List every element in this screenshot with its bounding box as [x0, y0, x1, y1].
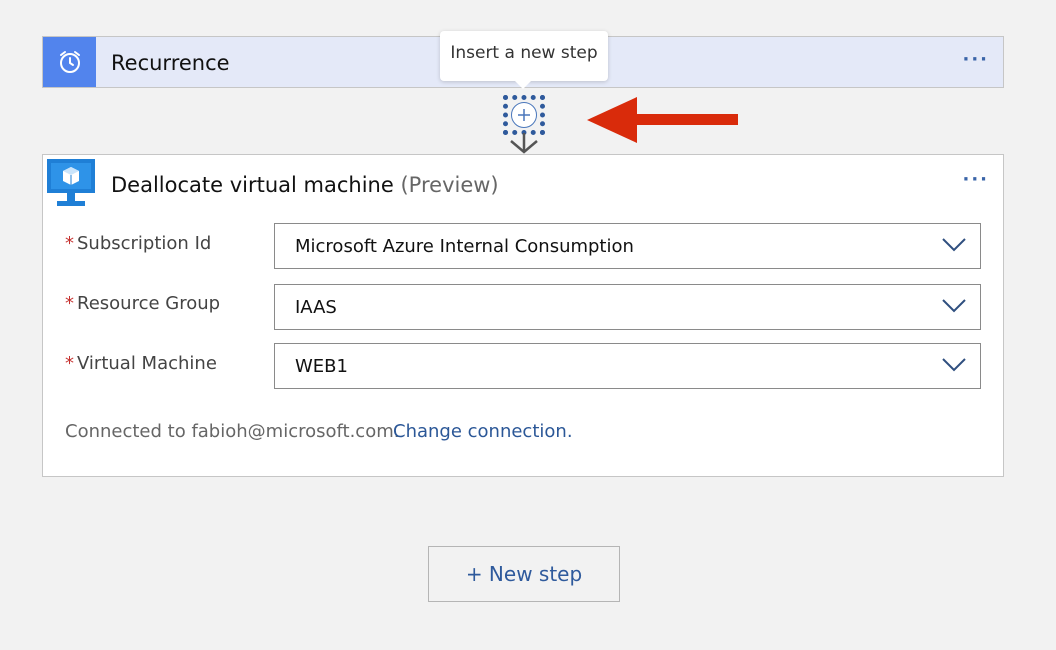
insert-step-tooltip: Insert a new step [440, 31, 608, 81]
connector-arrow-icon [510, 133, 538, 154]
recurrence-title: Recurrence [111, 51, 230, 75]
alarm-clock-icon [43, 37, 96, 87]
virtual-machine-label: * Virtual Machine [65, 353, 217, 374]
action-title-text: Deallocate virtual machine [111, 173, 394, 197]
chevron-down-icon [942, 299, 966, 313]
subscription-id-dropdown[interactable]: Microsoft Azure Internal Consumption [274, 223, 981, 269]
virtual-machine-icon [45, 157, 97, 213]
virtual-machine-label-text: Virtual Machine [77, 353, 217, 374]
connection-status-text: Connected to fabioh@microsoft.com. [65, 421, 400, 442]
deallocate-vm-card: Deallocate virtual machine (Preview) ···… [42, 154, 1004, 477]
action-more-menu-button[interactable]: ··· [962, 169, 989, 190]
red-annotation-arrow-icon [587, 97, 738, 143]
required-marker: * [65, 233, 74, 254]
virtual-machine-dropdown[interactable]: WEB1 [274, 343, 981, 389]
virtual-machine-value: WEB1 [295, 356, 348, 377]
action-title: Deallocate virtual machine (Preview) [111, 173, 499, 197]
new-step-button[interactable]: + New step [428, 546, 620, 602]
resource-group-label: * Resource Group [65, 293, 220, 314]
subscription-id-value: Microsoft Azure Internal Consumption [295, 236, 634, 257]
recurrence-more-menu-button[interactable]: ··· [962, 49, 989, 70]
chevron-down-icon [942, 358, 966, 372]
preview-tag: (Preview) [400, 173, 499, 197]
subscription-id-label-text: Subscription Id [77, 233, 212, 254]
change-connection-link[interactable]: Change connection. [393, 421, 573, 442]
plus-icon [511, 102, 537, 128]
insert-step-button[interactable] [503, 95, 545, 135]
resource-group-value: IAAS [295, 297, 337, 318]
subscription-id-label: * Subscription Id [65, 233, 211, 254]
resource-group-label-text: Resource Group [77, 293, 221, 314]
tooltip-text: Insert a new step [450, 43, 598, 63]
required-marker: * [65, 353, 74, 374]
chevron-down-icon [942, 238, 966, 252]
required-marker: * [65, 293, 74, 314]
tooltip-pointer [514, 80, 532, 89]
resource-group-dropdown[interactable]: IAAS [274, 284, 981, 330]
